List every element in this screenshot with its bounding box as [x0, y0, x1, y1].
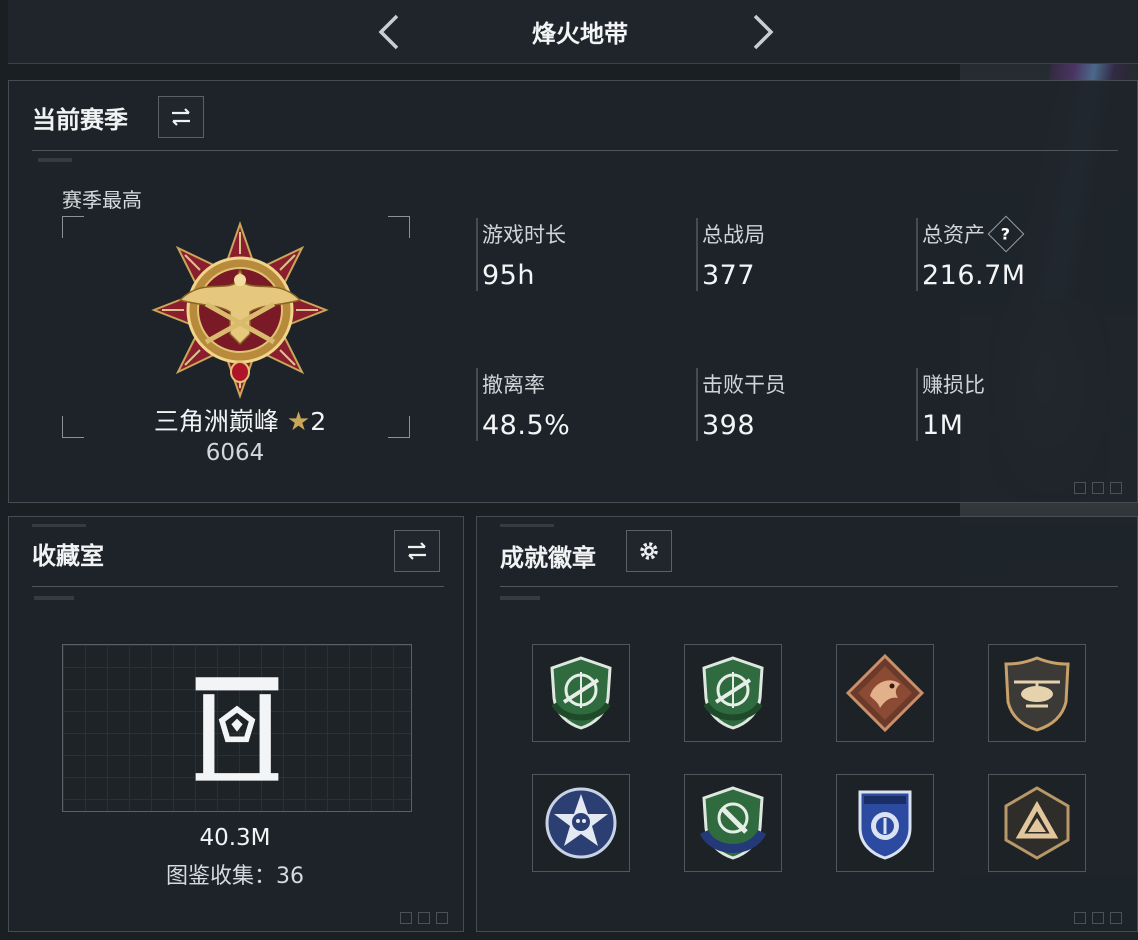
- achievements-settings-button[interactable]: [626, 530, 672, 572]
- achievement-badge-5[interactable]: [532, 774, 630, 872]
- rank-medal-icon: [151, 220, 329, 400]
- bronze-dragon-diamond-badge-icon: [845, 653, 925, 733]
- rank-star-level: 2: [310, 407, 327, 436]
- decor-line: [500, 596, 540, 600]
- stat-value: 95h: [482, 260, 535, 291]
- collection-display[interactable]: [62, 644, 412, 812]
- rank-name-text: 三角洲巅峰: [153, 407, 279, 436]
- swap-arrows-icon: [172, 108, 190, 126]
- stat-label: 总战局: [702, 223, 765, 247]
- mode-title: 烽火地带: [532, 20, 628, 48]
- triangle-emblem-badge-icon: [1004, 786, 1070, 860]
- frame-corner-bl: [62, 416, 84, 438]
- decor-squares: [1074, 912, 1122, 924]
- frame-corner-tr: [388, 216, 410, 238]
- achievement-badge-7[interactable]: [836, 774, 934, 872]
- decor-squares: [1074, 482, 1122, 494]
- help-icon[interactable]: ?: [987, 215, 1025, 253]
- blue-target-shield-badge-icon: [699, 786, 767, 860]
- stat-total-assets: 总资产 ? 216.7M: [916, 215, 1026, 291]
- decor-squares: [400, 912, 448, 924]
- prev-mode-button[interactable]: [370, 10, 410, 54]
- green-rifle-shield-badge-icon: [550, 656, 612, 730]
- collection-value: 40.3M: [199, 825, 271, 851]
- stat-play-time: 游戏时长 95h: [476, 218, 566, 291]
- stat-total-matches: 总战局 377: [696, 218, 765, 291]
- season-panel-title: 当前赛季: [32, 106, 128, 134]
- decor-line: [32, 524, 86, 527]
- stat-value: 48.5%: [482, 410, 571, 441]
- frame-corner-tl: [62, 216, 84, 238]
- gear-icon: [640, 542, 658, 560]
- frame-corner-br: [388, 416, 410, 438]
- mode-header: 烽火地带: [8, 0, 1138, 64]
- rank-name: 三角洲巅峰 ★2: [120, 402, 360, 438]
- helicopter-shield-badge-icon: [1004, 656, 1070, 732]
- stat-extraction-rate: 撤离率 48.5%: [476, 368, 570, 441]
- stat-value: 377: [702, 260, 756, 291]
- season-best-label: 赛季最高: [62, 188, 142, 212]
- stat-label: 赚损比: [922, 373, 985, 397]
- collection-divider: [32, 586, 444, 587]
- achievement-badge-1[interactable]: [532, 644, 630, 742]
- stat-label: 撤离率: [482, 373, 545, 397]
- achievement-badge-3[interactable]: [836, 644, 934, 742]
- police-shield-badge-icon: [858, 790, 912, 860]
- swap-arrows-icon: [408, 542, 426, 560]
- chevron-left-icon: [378, 14, 399, 50]
- next-mode-button[interactable]: [742, 10, 782, 54]
- stat-label: 游戏时长: [482, 223, 566, 247]
- decor-line: [34, 596, 74, 600]
- achievement-badge-2[interactable]: [684, 644, 782, 742]
- skull-star-badge-icon: [545, 787, 617, 859]
- vault-cabinet-icon: [195, 677, 279, 781]
- decor-line: [500, 524, 554, 527]
- stat-label: 总资产: [922, 223, 985, 247]
- stat-label-row: 总资产 ?: [922, 215, 1026, 253]
- collection-switch-button[interactable]: [394, 530, 440, 572]
- decor-line: [38, 158, 72, 162]
- season-switch-button[interactable]: [158, 96, 204, 138]
- stat-profit-ratio: 赚损比 1M: [916, 368, 985, 441]
- collection-panel-title: 收藏室: [32, 542, 104, 570]
- achievement-badge-8[interactable]: [988, 774, 1086, 872]
- achievement-badge-4[interactable]: [988, 644, 1086, 742]
- stat-label: 击败干员: [702, 373, 786, 397]
- collection-count: 图鉴收集：36: [166, 864, 304, 889]
- achievement-badge-6[interactable]: [684, 774, 782, 872]
- stat-value: 1M: [922, 410, 964, 441]
- star-icon: ★: [286, 407, 311, 437]
- achievements-panel-title: 成就徽章: [500, 544, 596, 572]
- season-divider: [32, 150, 1118, 151]
- stat-value: 216.7M: [922, 260, 1026, 291]
- stat-operators-defeated: 击败干员 398: [696, 368, 786, 441]
- achievements-divider: [500, 586, 1118, 587]
- green-rifle-shield-badge-icon: [702, 656, 764, 730]
- stat-value: 398: [702, 410, 756, 441]
- chevron-right-icon: [753, 14, 774, 50]
- rank-score: 6064: [205, 440, 265, 466]
